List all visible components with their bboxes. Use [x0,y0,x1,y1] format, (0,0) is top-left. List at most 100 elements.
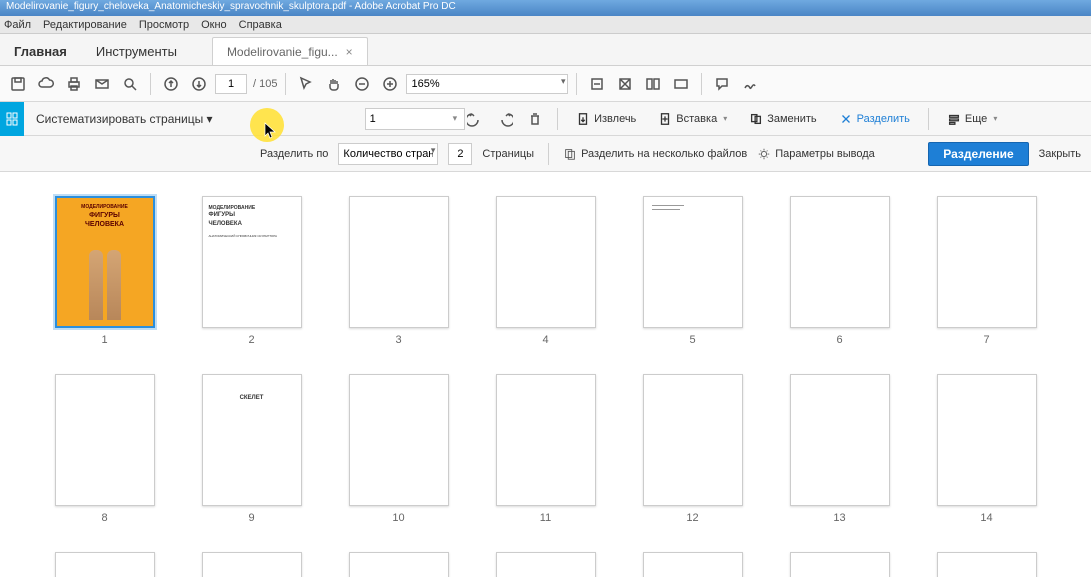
print-icon[interactable] [62,72,86,96]
rotate-left-icon[interactable] [463,107,487,131]
thumbnails-panel[interactable]: МОДЕЛИРОВАНИЕ ФИГУРЫ ЧЕЛОВЕКА 1 МОДЕЛИРО… [0,172,1091,577]
page-thumbnail[interactable]: 11 [496,374,596,524]
page-thumbnail[interactable]: МОДЕЛИРОВАНИЕ ФИГУРЫ ЧЕЛОВЕКА 1 [55,196,155,346]
separator [557,108,558,130]
page-thumbnail[interactable]: 15 [55,552,155,577]
page-thumbnail[interactable]: 5 [643,196,743,346]
close-split-button[interactable]: Закрыть [1039,148,1081,160]
caret-icon: ▾ [723,114,727,123]
output-options-button[interactable]: Параметры вывода [757,147,875,161]
organize-icon [0,102,24,136]
split-label: Разделить [857,113,910,125]
fit-width-icon[interactable] [585,72,609,96]
page-number: 7 [983,334,989,346]
page-thumbnail[interactable]: 19 [643,552,743,577]
page-thumbnail[interactable]: 14 [937,374,1037,524]
split-mode-select[interactable] [338,143,438,165]
page-total-label: / 105 [253,78,277,90]
view-mode-icon[interactable] [641,72,665,96]
separator [285,73,286,95]
hand-icon[interactable] [322,72,346,96]
zoom-in-icon[interactable] [378,72,402,96]
tab-home[interactable]: Главная [0,37,82,65]
page-thumbnail[interactable]: 16 [202,552,302,577]
separator [928,108,929,130]
cover-line2: ФИГУРЫ [89,212,120,219]
separator [548,143,549,165]
sign-icon[interactable] [738,72,762,96]
app-menubar: Файл Редактирование Просмотр Окно Справк… [0,16,1091,34]
page-thumbnail[interactable]: 20 [790,552,890,577]
page-thumbnail[interactable]: 10 [349,374,449,524]
page-thumbnail[interactable]: МОДЕЛИРОВАНИЕ ФИГУРЫ ЧЕЛОВЕКА АНАТОМИЧЕС… [202,196,302,346]
page-number: 13 [833,512,845,524]
page-number: 4 [542,334,548,346]
cloud-icon[interactable] [34,72,58,96]
page-thumbnail[interactable]: 21 [937,552,1037,577]
search-icon[interactable] [118,72,142,96]
save-icon[interactable] [6,72,30,96]
page-number: 1 [101,334,107,346]
extract-button[interactable]: Извлечь [568,107,644,131]
organize-title[interactable]: Систематизировать страницы ▾ [30,112,219,126]
menu-view[interactable]: Просмотр [139,19,189,31]
pages-label: Страницы [482,148,534,160]
page-thumbnail[interactable]: 3 [349,196,449,346]
page-thumbnail[interactable]: 6 [790,196,890,346]
delete-icon[interactable] [523,107,547,131]
section-heading: СКЕЛЕТ [211,395,293,401]
page-thumbnail[interactable]: 13 [790,374,890,524]
fit-page-icon[interactable] [613,72,637,96]
page-thumbnail[interactable]: 7 [937,196,1037,346]
page-number-input[interactable] [215,74,247,94]
split-count-input[interactable] [448,143,472,165]
split-toolbar: Разделить по Страницы Разделить на неско… [0,136,1091,172]
insert-label: Вставка [676,113,717,125]
page-thumbnail[interactable]: 18 [496,552,596,577]
zoom-level-select[interactable] [406,74,568,94]
rotate-right-icon[interactable] [493,107,517,131]
menu-window[interactable]: Окно [201,19,227,31]
thumbnails-grid: МОДЕЛИРОВАНИЕ ФИГУРЫ ЧЕЛОВЕКА 1 МОДЕЛИРО… [40,196,1051,577]
page-number: 3 [395,334,401,346]
zoom-out-icon[interactable] [350,72,374,96]
more-button[interactable]: Еще ▾ [939,107,1005,131]
menu-edit[interactable]: Редактирование [43,19,127,31]
split-button[interactable]: Разделить [831,107,918,131]
replace-label: Заменить [767,113,816,125]
page-number: 8 [101,512,107,524]
cover-line3: ЧЕЛОВЕКА [85,221,124,228]
replace-button[interactable]: Заменить [741,107,824,131]
page-thumbnail[interactable]: СКЕЛЕТ 9 [202,374,302,524]
pointer-icon[interactable] [294,72,318,96]
tab-document-label: Modelirovanie_figu... [227,45,338,59]
organize-page-input[interactable] [365,108,465,130]
mail-icon[interactable] [90,72,114,96]
split-by-label: Разделить по [260,148,328,160]
more-label: Еще [965,113,987,125]
main-toolbar: / 105 [0,66,1091,102]
insert-button[interactable]: Вставка ▾ [650,107,735,131]
split-action-button[interactable]: Разделение [928,142,1028,166]
close-icon[interactable]: × [346,45,353,59]
page-number: 2 [248,334,254,346]
separator [701,73,702,95]
read-mode-icon[interactable] [669,72,693,96]
page-thumbnail[interactable]: 4 [496,196,596,346]
split-multi-button[interactable]: Разделить на несколько файлов [563,147,747,161]
page-thumbnail[interactable]: 17 [349,552,449,577]
output-label: Параметры вывода [775,148,875,160]
tab-document[interactable]: Modelirovanie_figu... × [212,37,368,65]
page-thumbnail[interactable]: 8 [55,374,155,524]
separator [576,73,577,95]
tab-tools[interactable]: Инструменты [82,37,192,65]
menu-help[interactable]: Справка [239,19,282,31]
menu-file[interactable]: Файл [4,19,31,31]
page-thumbnail[interactable]: 12 [643,374,743,524]
caret-icon: ▾ [993,114,997,123]
page-down-icon[interactable] [187,72,211,96]
page-up-icon[interactable] [159,72,183,96]
split-multi-label: Разделить на несколько файлов [581,148,747,160]
comment-icon[interactable] [710,72,734,96]
tab-bar: Главная Инструменты Modelirovanie_figu..… [0,34,1091,66]
